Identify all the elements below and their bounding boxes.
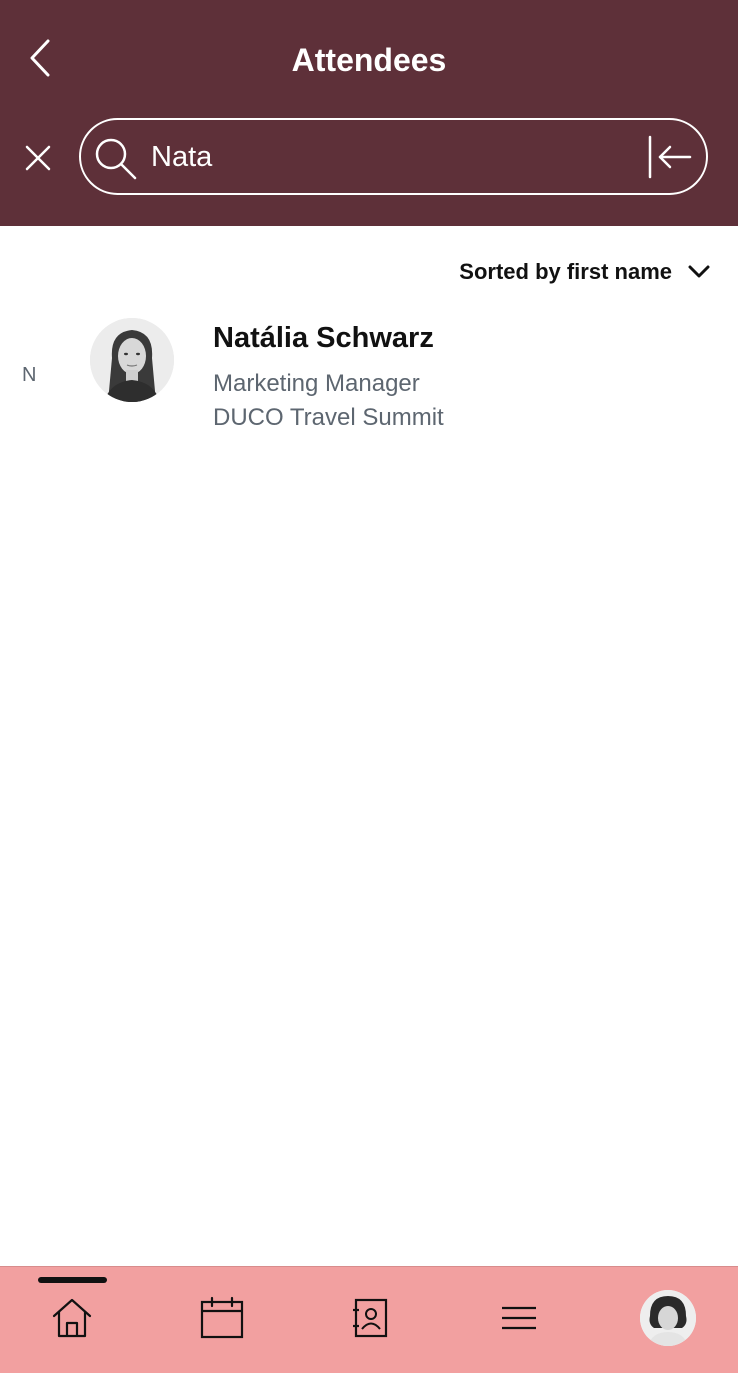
search-submit-button[interactable] [644,134,696,180]
tab-calendar[interactable] [192,1291,252,1345]
attendee-event: DUCO Travel Summit [213,404,444,431]
active-tab-indicator [38,1277,107,1283]
header: Attendees [0,0,738,226]
menu-icon [502,1306,536,1330]
profile-avatar [640,1290,696,1346]
tab-home[interactable] [42,1291,102,1345]
attendee-list-item[interactable]: Natália Schwarz Marketing Manager DUCO T… [80,308,720,444]
home-icon [52,1298,92,1338]
sort-dropdown[interactable]: Sorted by first name [459,254,710,290]
attendee-role: Marketing Manager [213,370,420,397]
attendee-name: Natália Schwarz [213,322,434,354]
tab-menu[interactable] [489,1291,549,1345]
arrow-left-to-bar-icon [648,135,692,179]
search-field[interactable] [79,118,708,195]
tab-contacts[interactable] [341,1291,401,1345]
page-title: Attendees [291,42,447,78]
search-input[interactable] [151,134,631,180]
contacts-icon [353,1298,388,1338]
bottom-tab-bar [0,1266,738,1373]
avatar-photo [90,318,174,402]
section-index-letter: N [22,364,37,386]
chevron-down-icon [688,265,710,278]
search-icon [95,138,137,180]
tab-profile[interactable] [638,1290,698,1346]
calendar-icon [200,1296,244,1339]
sort-label: Sorted by first name [459,259,672,284]
clear-search-button[interactable] [16,136,60,180]
avatar [90,318,174,402]
attendees-screen: Attendees Sorted by first na [0,0,738,1373]
close-icon [25,145,51,171]
